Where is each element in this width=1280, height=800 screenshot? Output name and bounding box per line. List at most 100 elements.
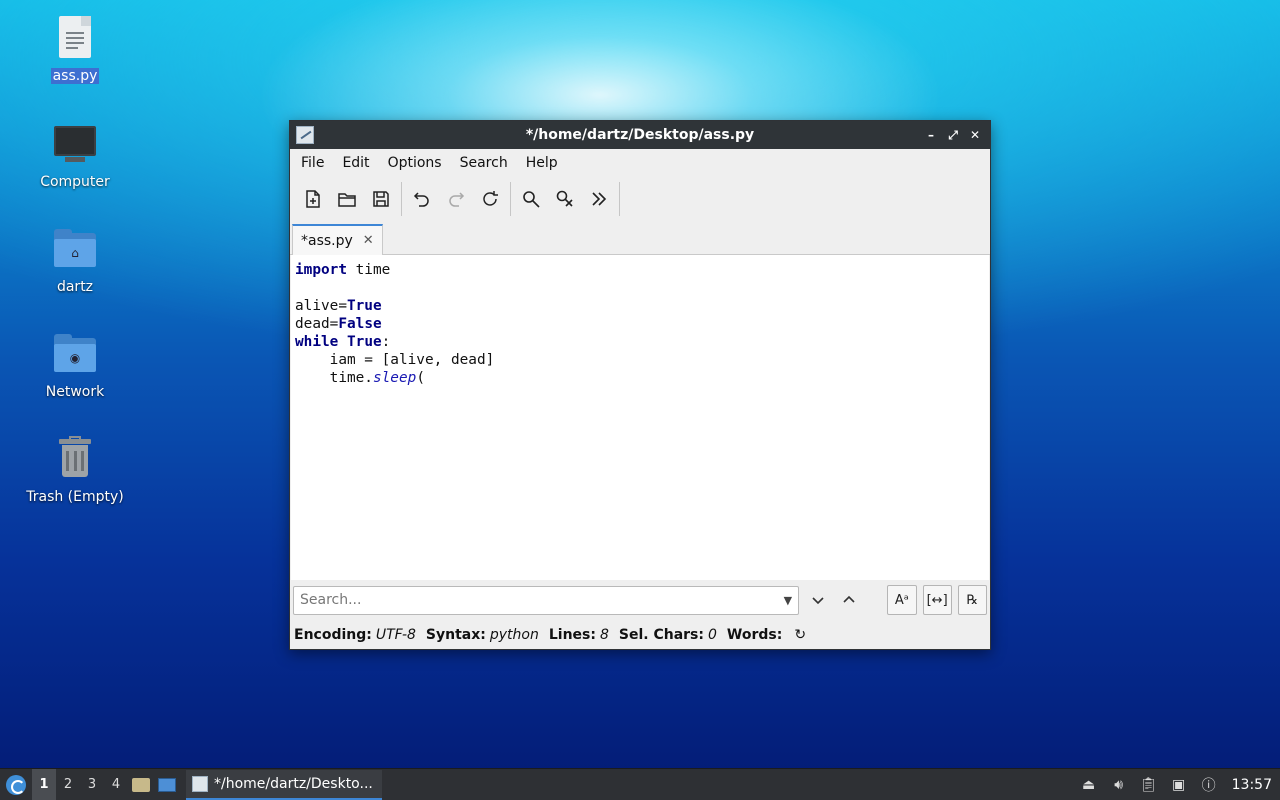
window-title: */home/dartz/Desktop/ass.py [525, 127, 755, 143]
network-icon[interactable]: ▣ [1168, 774, 1190, 796]
match-case-button[interactable]: Aᵃ [887, 585, 917, 615]
tab-close-icon[interactable]: ✕ [363, 233, 374, 248]
code-line: while True: [295, 333, 985, 351]
code-editor[interactable]: import time alive=True dead=False while Tr… [291, 255, 989, 580]
maximize-button[interactable]: ⤢ [944, 126, 962, 144]
code-token: alive= [295, 298, 347, 314]
editor-window: */home/dartz/Desktop/ass.py – ⤢ ✕ File E… [289, 120, 991, 650]
taskbar-window-button[interactable]: */home/dartz/Deskto... [186, 769, 382, 800]
new-file-icon [306, 190, 320, 208]
toolbar-separator [401, 182, 402, 216]
chevron-down-icon[interactable]: ▼ [784, 594, 792, 607]
tab-label: *ass.py [301, 232, 353, 249]
desktop-icon-label: Computer [40, 174, 110, 190]
menu-help[interactable]: Help [517, 151, 567, 175]
workspace-3[interactable]: 3 [80, 769, 104, 800]
redo-icon [449, 192, 465, 207]
workspace-1[interactable]: 1 [32, 768, 56, 800]
show-desktop-button[interactable] [154, 769, 180, 800]
words-label: Words: [726, 627, 783, 643]
workspace-4[interactable]: 4 [104, 769, 128, 800]
code-token: True [346, 298, 382, 314]
volume-icon[interactable]: 🔊︎ [1108, 774, 1130, 796]
menu-edit[interactable]: Edit [333, 151, 378, 175]
open-folder-icon [338, 193, 356, 207]
code-token: time. [295, 370, 373, 386]
search-combo[interactable]: ▼ [293, 585, 800, 615]
distro-logo-icon [6, 774, 26, 795]
reload-button[interactable] [473, 182, 507, 216]
tab-bar: *ass.py ✕ [290, 221, 990, 255]
find-icon [523, 191, 540, 208]
selected-chars-label: Sel. Chars: [618, 627, 704, 643]
start-menu-button[interactable] [0, 769, 32, 800]
status-bar: Encoding: UTF-8 Syntax: python Lines: 8 … [290, 620, 990, 650]
lines-value: 8 [599, 627, 609, 643]
desktop-icon [158, 777, 176, 792]
code-token: time [346, 262, 391, 278]
find-previous-button[interactable] [836, 586, 861, 614]
clipboard-icon[interactable]: 📋︎ [1138, 774, 1160, 796]
desktop-icon-network[interactable]: ◉ Network [20, 330, 130, 400]
regex-button[interactable]: ℞ [957, 585, 987, 615]
more-button[interactable] [582, 182, 616, 216]
redo-button[interactable] [439, 182, 473, 216]
taskbar-window-label: */home/dartz/Deskto... [214, 775, 373, 792]
desktop-icon-dartz[interactable]: ⌂ dartz [20, 225, 130, 295]
reload-icon [483, 191, 498, 206]
minimize-button[interactable]: – [922, 126, 940, 144]
desktop-icon-label: Network [45, 384, 105, 400]
find-next-button[interactable] [805, 586, 830, 614]
close-button[interactable]: ✕ [966, 126, 984, 144]
search-input[interactable] [300, 592, 784, 608]
menu-options[interactable]: Options [379, 151, 451, 175]
desktop-icon-label: Trash (Empty) [26, 489, 124, 505]
desktop-icon-label: dartz [56, 279, 94, 295]
window-titlebar[interactable]: */home/dartz/Desktop/ass.py – ⤢ ✕ [290, 121, 990, 149]
selected-chars-value: 0 [707, 627, 717, 643]
desktop-icon-computer[interactable]: Computer [20, 120, 130, 190]
code-token: dead= [295, 316, 339, 332]
encoding-label: Encoding: [294, 627, 372, 643]
notification-icon[interactable]: ⓘ [1198, 774, 1220, 796]
toolbar-separator [510, 182, 511, 216]
find-replace-button[interactable] [548, 182, 582, 216]
desktop-icon-ass-py[interactable]: ass.py [20, 14, 130, 84]
taskbar: 1 2 3 4 */home/dartz/Deskto... ⏏ 🔊︎ 📋︎ ▣… [0, 768, 1280, 800]
toolbar-separator [619, 182, 620, 216]
code-token: import [295, 262, 347, 278]
workspace-2[interactable]: 2 [56, 769, 80, 800]
open-file-button[interactable] [330, 182, 364, 216]
menu-search[interactable]: Search [451, 151, 517, 175]
code-token: ( [416, 370, 425, 386]
new-file-button[interactable] [296, 182, 330, 216]
chevron-down-icon [812, 597, 824, 605]
file-manager-launcher[interactable] [128, 769, 154, 800]
find-replace-icon [556, 190, 573, 207]
clock[interactable]: 13:57 [1232, 777, 1272, 793]
syntax-label: Syntax: [425, 627, 486, 643]
whole-word-button[interactable]: [↔] [922, 585, 952, 615]
code-token: True [347, 334, 382, 350]
encoding-value: UTF-8 [375, 627, 416, 643]
eject-icon[interactable]: ⏏ [1078, 774, 1100, 796]
refresh-word-count-icon[interactable]: ↻ [794, 627, 806, 643]
save-icon [373, 191, 389, 207]
tab-ass-py[interactable]: *ass.py ✕ [292, 224, 383, 255]
save-button[interactable] [364, 182, 398, 216]
menu-file[interactable]: File [292, 151, 333, 175]
undo-button[interactable] [405, 182, 439, 216]
trash-icon [51, 435, 99, 483]
code-token: sleep [372, 370, 417, 386]
code-token: while [295, 334, 339, 350]
desktop-icon-label: ass.py [50, 68, 100, 84]
find-button[interactable] [514, 182, 548, 216]
desktop-icon-trash[interactable]: Trash (Empty) [20, 435, 130, 505]
text-editor-app-icon[interactable] [296, 126, 314, 144]
code-token: : [381, 334, 391, 350]
undo-icon [413, 192, 429, 207]
syntax-value: python [489, 627, 539, 643]
system-tray: ⏏ 🔊︎ 📋︎ ▣ ⓘ 13:57 [1078, 774, 1280, 796]
